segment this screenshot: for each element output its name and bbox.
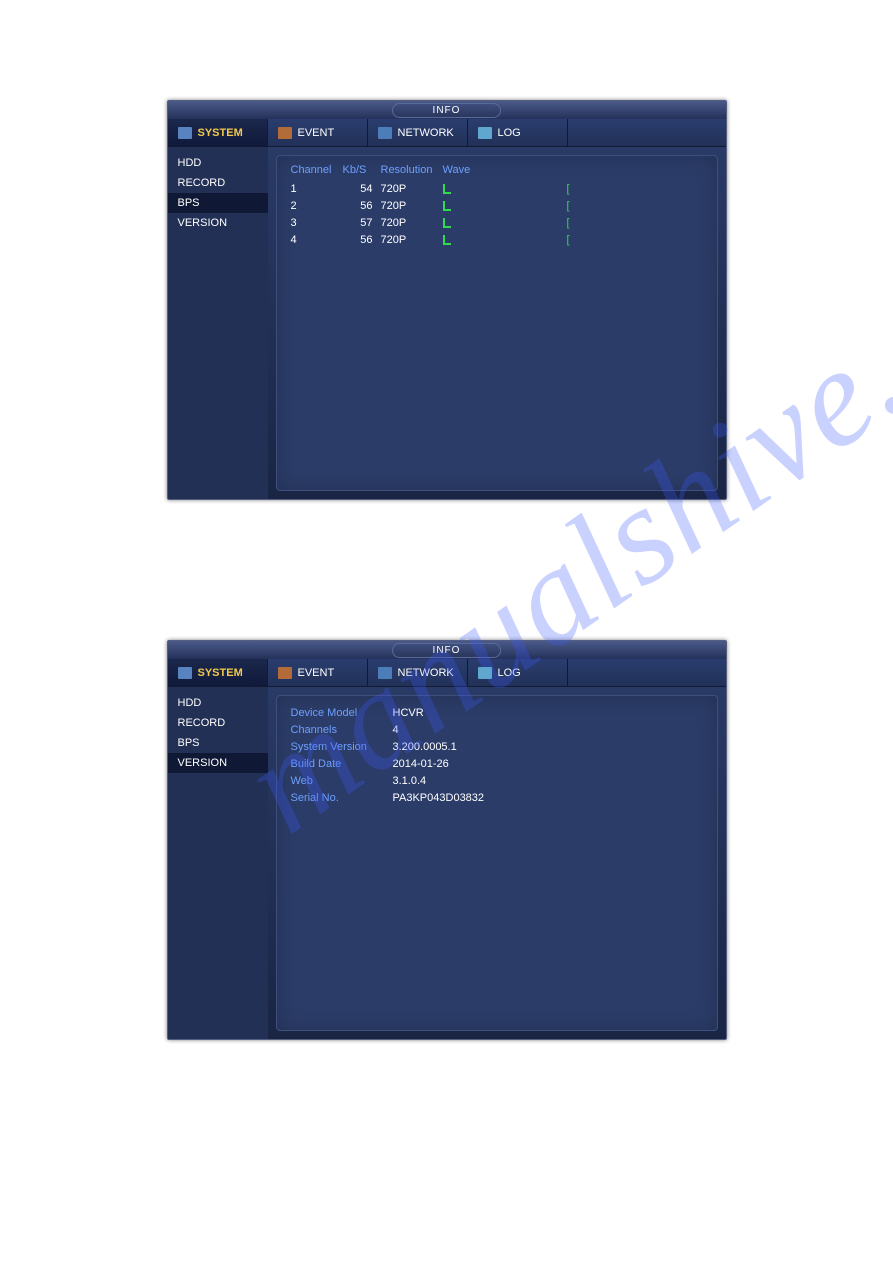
titlebar: INFO xyxy=(168,101,726,119)
tab-event-label: EVENT xyxy=(298,667,335,679)
bps-cell-kbs: 54 xyxy=(343,183,373,195)
tab-network[interactable]: NETWORK xyxy=(368,659,468,686)
tab-event-label: EVENT xyxy=(298,127,335,139)
tab-system-label: SYSTEM xyxy=(198,667,243,679)
bps-row: 1 54 720P [ xyxy=(291,180,703,197)
bps-cell-kbs: 56 xyxy=(343,234,373,246)
titlebar: INFO xyxy=(168,641,726,659)
wave-bracket-icon: [ xyxy=(567,217,570,229)
version-row: Serial No. PA3KP043D03832 xyxy=(291,789,703,806)
info-panel-bps: INFO SYSTEM EVENT NETWORK LOG HDD RECORD… xyxy=(167,100,727,500)
sidebar: HDD RECORD BPS VERSION xyxy=(168,147,268,499)
bps-cell-channel: 3 xyxy=(291,217,335,229)
bps-cell-resolution: 720P xyxy=(381,200,435,212)
version-value: 2014-01-26 xyxy=(393,758,449,770)
bps-cell-channel: 2 xyxy=(291,200,335,212)
bps-panel: Channel Kb/S Resolution Wave 1 54 720P [… xyxy=(276,155,718,491)
network-icon xyxy=(378,127,392,139)
network-icon xyxy=(378,667,392,679)
tab-network[interactable]: NETWORK xyxy=(368,119,468,146)
tab-log[interactable]: LOG xyxy=(468,119,568,146)
window-title: INFO xyxy=(392,643,502,658)
tab-network-label: NETWORK xyxy=(398,127,454,139)
version-key: Device Model xyxy=(291,707,385,719)
version-value: 4 xyxy=(393,724,399,736)
bps-cell-resolution: 720P xyxy=(381,234,435,246)
log-icon xyxy=(478,127,492,139)
monitor-icon xyxy=(178,667,192,679)
sidebar-item-version[interactable]: VERSION xyxy=(168,753,268,773)
sidebar: HDD RECORD BPS VERSION xyxy=(168,687,268,1039)
content-area: Channel Kb/S Resolution Wave 1 54 720P [… xyxy=(268,147,726,499)
bps-header-resolution: Resolution xyxy=(381,164,435,176)
tab-row: SYSTEM EVENT NETWORK LOG xyxy=(168,659,726,687)
sidebar-item-version[interactable]: VERSION xyxy=(168,213,268,233)
tab-log-label: LOG xyxy=(498,127,521,139)
wave-icon xyxy=(443,201,451,211)
event-icon xyxy=(278,667,292,679)
bps-header-channel: Channel xyxy=(291,164,335,176)
sidebar-item-record[interactable]: RECORD xyxy=(168,173,268,193)
version-row: Device Model HCVR xyxy=(291,704,703,721)
version-key: Build Date xyxy=(291,758,385,770)
info-panel-version: INFO SYSTEM EVENT NETWORK LOG HDD RECORD… xyxy=(167,640,727,1040)
tab-event[interactable]: EVENT xyxy=(268,119,368,146)
bps-cell-kbs: 57 xyxy=(343,217,373,229)
sidebar-item-hdd[interactable]: HDD xyxy=(168,693,268,713)
wave-icon xyxy=(443,235,451,245)
bps-header-wave: Wave xyxy=(443,164,471,176)
sidebar-item-hdd[interactable]: HDD xyxy=(168,153,268,173)
version-key: Web xyxy=(291,775,385,787)
tab-log[interactable]: LOG xyxy=(468,659,568,686)
content-area: Device Model HCVR Channels 4 System Vers… xyxy=(268,687,726,1039)
tab-event[interactable]: EVENT xyxy=(268,659,368,686)
version-row: System Version 3.200.0005.1 xyxy=(291,738,703,755)
bps-row: 2 56 720P [ xyxy=(291,197,703,214)
wave-bracket-icon: [ xyxy=(567,183,570,195)
version-key: Serial No. xyxy=(291,792,385,804)
bps-cell-resolution: 720P xyxy=(381,183,435,195)
bps-row: 4 56 720P [ xyxy=(291,231,703,248)
version-value: 3.1.0.4 xyxy=(393,775,427,787)
bps-cell-channel: 1 xyxy=(291,183,335,195)
bps-cell-kbs: 56 xyxy=(343,200,373,212)
bps-cell-channel: 4 xyxy=(291,234,335,246)
sidebar-item-bps[interactable]: BPS xyxy=(168,193,268,213)
tab-network-label: NETWORK xyxy=(398,667,454,679)
tab-system[interactable]: SYSTEM xyxy=(168,659,268,686)
tab-system-label: SYSTEM xyxy=(198,127,243,139)
version-row: Web 3.1.0.4 xyxy=(291,772,703,789)
bps-row: 3 57 720P [ xyxy=(291,214,703,231)
wave-bracket-icon: [ xyxy=(567,200,570,212)
monitor-icon xyxy=(178,127,192,139)
version-row: Channels 4 xyxy=(291,721,703,738)
sidebar-item-bps[interactable]: BPS xyxy=(168,733,268,753)
bps-header-row: Channel Kb/S Resolution Wave xyxy=(291,164,703,176)
version-key: Channels xyxy=(291,724,385,736)
log-icon xyxy=(478,667,492,679)
tab-row: SYSTEM EVENT NETWORK LOG xyxy=(168,119,726,147)
version-value: PA3KP043D03832 xyxy=(393,792,485,804)
wave-icon xyxy=(443,184,451,194)
version-row: Build Date 2014-01-26 xyxy=(291,755,703,772)
version-value: HCVR xyxy=(393,707,424,719)
wave-icon xyxy=(443,218,451,228)
bps-header-kbs: Kb/S xyxy=(343,164,373,176)
version-key: System Version xyxy=(291,741,385,753)
version-panel: Device Model HCVR Channels 4 System Vers… xyxy=(276,695,718,1031)
event-icon xyxy=(278,127,292,139)
wave-bracket-icon: [ xyxy=(567,234,570,246)
bps-cell-resolution: 720P xyxy=(381,217,435,229)
tab-log-label: LOG xyxy=(498,667,521,679)
sidebar-item-record[interactable]: RECORD xyxy=(168,713,268,733)
window-title: INFO xyxy=(392,103,502,118)
tab-system[interactable]: SYSTEM xyxy=(168,119,268,146)
version-value: 3.200.0005.1 xyxy=(393,741,457,753)
